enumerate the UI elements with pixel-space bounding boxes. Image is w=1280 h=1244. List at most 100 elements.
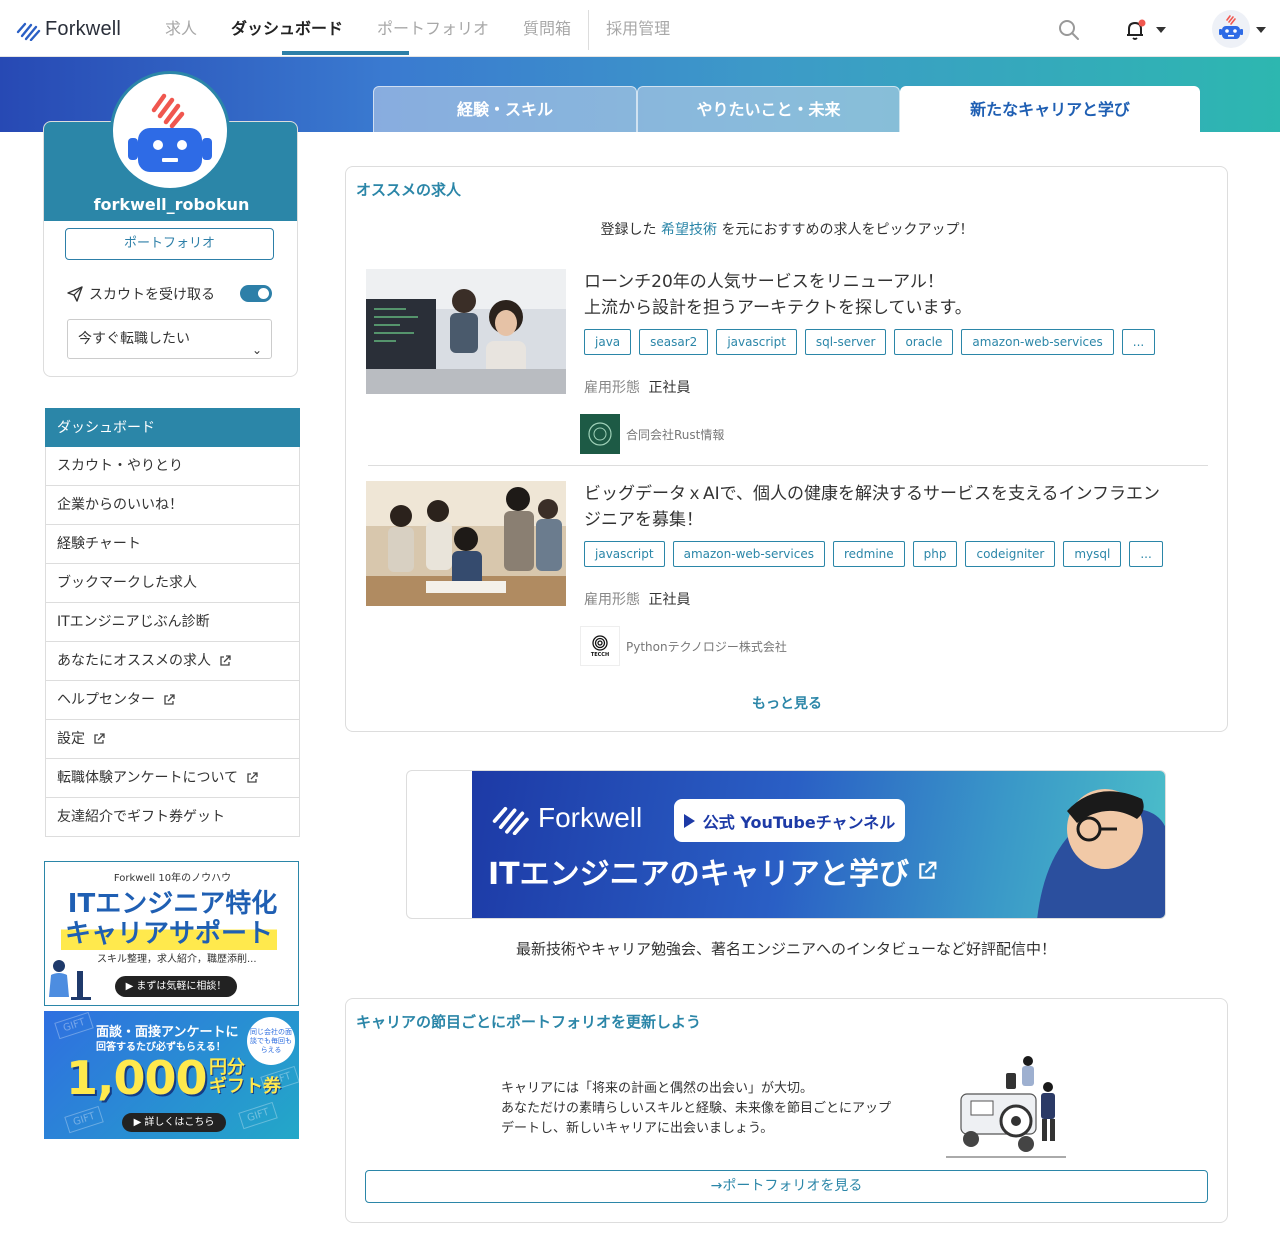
job-status-select[interactable]: 今すぐ転職したい ⌄ — [67, 319, 272, 359]
profile-username: forkwell_robokun — [93, 195, 250, 214]
more-jobs-link[interactable]: もっと見る — [346, 693, 1228, 713]
youtube-banner-inner: Forkwell 公式 YouTubeチャンネル ITエンジニアのキャリアと学び — [472, 771, 1165, 918]
skill-tag[interactable]: javascript — [716, 329, 797, 355]
main-nav: 求人 ダッシュボード ポートフォリオ 質問箱 採用管理 — [148, 0, 687, 57]
job-title[interactable]: ビッグデータｘAIで、個人の健康を解決するサービスを支えるインフラエン ジニアを… — [584, 481, 1204, 533]
job-title[interactable]: ローンチ20年の人気サービスをリニューアル！ 上流から設計を担うアーキテクトを探… — [584, 269, 1204, 321]
job-card[interactable]: ローンチ20年の人気サービスをリニューアル！ 上流から設計を担うアーキテクトを探… — [366, 269, 1208, 459]
nav-jobs[interactable]: 求人 — [148, 0, 214, 57]
career-message: キャリアには「将来の計画と偶然の出会い」が大切。 あなただけの素晴らしいスキルと… — [501, 1079, 931, 1139]
details-button[interactable]: ▶ 詳しくはこちら — [122, 1113, 226, 1132]
gift-amount: 1,000 — [66, 1051, 208, 1105]
profile-avatar[interactable] — [110, 71, 230, 191]
gift-unit: 円分 ギフト券 — [209, 1058, 281, 1097]
youtube-channel-banner[interactable]: Forkwell 公式 YouTubeチャンネル ITエンジニアのキャリアと学び — [406, 770, 1166, 919]
consult-button[interactable]: ▶ まずは気軽に相談！ — [115, 976, 237, 997]
skill-tag[interactable]: redmine — [832, 541, 905, 567]
scout-toggle[interactable] — [240, 285, 272, 302]
menu-item-settings[interactable]: 設定 — [45, 720, 300, 759]
employment-value: 正社員 — [648, 380, 691, 396]
view-portfolio-button[interactable]: →ポートフォリオを見る — [365, 1170, 1208, 1203]
intro-before: 登録した — [600, 222, 657, 238]
notification-bell-icon[interactable] — [1124, 18, 1148, 42]
play-icon — [683, 813, 695, 828]
intro-after: を元におすすめの求人をピックアップ！ — [721, 222, 974, 238]
menu-item-scout[interactable]: スカウト・やりとり — [45, 447, 300, 486]
menu-item-label: ITエンジニアじぶん診断 — [57, 614, 210, 630]
gift-unit-card: ギフト券 — [209, 1075, 281, 1097]
engineer-illustration — [1037, 789, 1165, 918]
tab-career-learning[interactable]: 新たなキャリアと学び — [900, 86, 1200, 132]
forkwell-logo[interactable]: Forkwell — [15, 18, 121, 41]
employment-value: 正社員 — [648, 592, 691, 608]
notification-caret-icon[interactable] — [1156, 27, 1166, 33]
skill-tags: java seasar2 javascript sql-server oracl… — [584, 329, 1156, 355]
tab-future-goals[interactable]: やりたいこと・未来 — [637, 86, 900, 132]
account-caret-icon[interactable] — [1256, 27, 1266, 33]
company-info[interactable]: 合同会社Rust情報 — [580, 414, 724, 454]
skill-tag[interactable]: php — [912, 541, 958, 567]
menu-item-label: あなたにオススメの求人 — [57, 653, 211, 669]
more-tags[interactable]: ... — [1129, 541, 1163, 567]
skill-tag[interactable]: oracle — [894, 329, 954, 355]
nav-questions[interactable]: 質問箱 — [506, 0, 588, 57]
company-info[interactable]: TECCH Pythonテクノロジー株式会社 — [580, 626, 787, 666]
nav-dashboard[interactable]: ダッシュボード — [214, 0, 410, 57]
employment-type: 雇用形態 正社員 — [584, 377, 690, 397]
more-tags[interactable]: ... — [1121, 329, 1156, 355]
jeep-travelers-illustration — [946, 1056, 1066, 1158]
menu-item-company-likes[interactable]: 企業からのいいね！ — [45, 486, 300, 525]
fingerprint-icon — [592, 635, 608, 651]
gift-watermark: GIFT — [64, 1105, 105, 1134]
menu-item-experience-chart[interactable]: 経験チャート — [45, 525, 300, 564]
skill-tag[interactable]: mysql — [1063, 541, 1122, 567]
company-name: 合同会社Rust情報 — [626, 427, 725, 442]
company-logo — [580, 414, 620, 454]
skill-tag[interactable]: amazon-web-services — [672, 541, 825, 567]
menu-item-dashboard[interactable]: ダッシュボード — [45, 408, 300, 447]
scout-label: スカウトを受け取る — [89, 287, 215, 303]
menu-item-survey[interactable]: 転職体験アンケートについて — [45, 759, 300, 798]
skill-tag[interactable]: javascript — [584, 541, 665, 567]
skill-tag[interactable]: seasar2 — [639, 329, 709, 355]
youtube-channel-button[interactable]: 公式 YouTubeチャンネル — [674, 799, 905, 842]
office-photo-illustration — [366, 269, 566, 394]
employment-label: 雇用形態 — [584, 592, 640, 608]
job-title-line: ジニアを募集！ — [584, 510, 703, 530]
job-image — [366, 269, 566, 394]
menu-item-help-center[interactable]: ヘルプセンター — [45, 681, 300, 720]
company-logo: TECCH — [580, 626, 620, 666]
paper-plane-icon — [67, 286, 83, 302]
skill-tag[interactable]: java — [584, 329, 632, 355]
job-card[interactable]: ビッグデータｘAIで、個人の健康を解決するサービスを支えるインフラエン ジニアを… — [366, 481, 1208, 671]
career-support-ad[interactable]: Forkwell 10年のノウハウ ITエンジニア特化 キャリアサポート スキル… — [44, 861, 299, 1006]
menu-item-recommended-jobs[interactable]: あなたにオススメの求人 — [45, 642, 300, 681]
user-avatar[interactable] — [1212, 10, 1250, 48]
intro-highlight-link[interactable]: 希望技術 — [661, 222, 717, 238]
menu-item-label: スカウト・やりとり — [57, 458, 183, 474]
job-title-line: 上流から設計を担うアーキテクトを探しています。 — [584, 298, 972, 318]
recommended-jobs-panel: オススメの求人 登録した 希望技術 を元におすすめの求人をピックアップ！ ローン… — [345, 166, 1228, 732]
skill-tag[interactable]: amazon-web-services — [961, 329, 1114, 355]
external-link-icon — [164, 694, 175, 705]
menu-item-referral[interactable]: 友達紹介でギフト券ゲット — [45, 798, 300, 837]
external-link-icon — [919, 861, 937, 879]
skill-tag[interactable]: codeigniter — [965, 541, 1056, 567]
menu-item-label: 設定 — [57, 731, 85, 747]
ad-headline-highlight: キャリアサポート — [61, 913, 278, 950]
nav-recruiting[interactable]: 採用管理 — [589, 0, 687, 57]
youtube-button-label: 公式 YouTubeチャンネル — [702, 812, 896, 832]
search-icon[interactable] — [1058, 19, 1080, 41]
forkwell-mark-icon — [16, 22, 41, 41]
career-text-line: あなただけの素晴らしいスキルと経験、未来像を節目ごとにアップ — [501, 1101, 892, 1116]
ad-badge: 同じ会社の面談でも毎回もらえる — [247, 1017, 295, 1065]
tab-experience-skills[interactable]: 経験・スキル — [373, 86, 637, 132]
menu-item-bookmarks[interactable]: ブックマークした求人 — [45, 564, 300, 603]
gift-card-ad[interactable]: GIFT GIFT GIFT GIFT 面談・面接アンケートに 回答するたび必ず… — [44, 1011, 299, 1139]
skill-tag[interactable]: sql-server — [804, 329, 887, 355]
menu-item-self-diagnosis[interactable]: ITエンジニアじぶん診断 — [45, 603, 300, 642]
portfolio-button[interactable]: ポートフォリオ — [65, 228, 274, 260]
job-divider — [368, 465, 1208, 466]
nav-portfolio[interactable]: ポートフォリオ — [360, 0, 506, 57]
menu-item-label: 経験チャート — [57, 536, 141, 552]
